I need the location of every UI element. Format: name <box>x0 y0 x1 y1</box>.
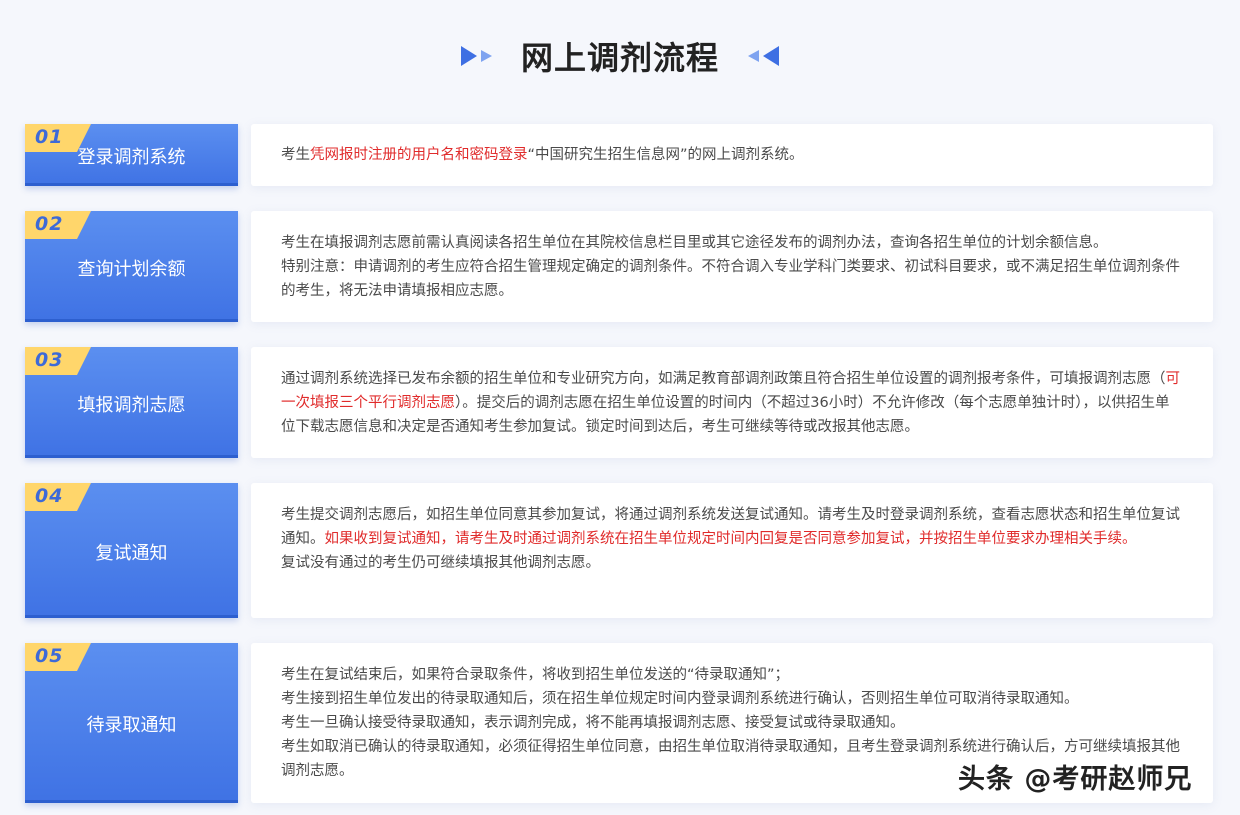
text-segment: 通过调剂系统选择已发布余额的招生单位和专业研究方向，如满足教育部调剂政策且符合招… <box>281 371 1166 387</box>
step-2-badge: 02 查询计划余额 <box>25 211 238 322</box>
text-segment: “中国研究生招生信息网”的网上调剂系统。 <box>527 147 804 163</box>
step-1-badge: 01 登录调剂系统 <box>25 124 238 186</box>
step-title: 登录调剂系统 <box>77 147 186 168</box>
page-header: 网上调剂流程 <box>0 30 1240 82</box>
step-title: 复试通知 <box>95 543 168 564</box>
step-3-content: 通过调剂系统选择已发布余额的招生单位和专业研究方向，如满足教育部调剂政策且符合招… <box>251 347 1213 458</box>
special-notice: 特别注意：申请调剂的考生应符合招生管理规定确定的调剂条件。不符合调入专业学科门类… <box>281 259 1180 299</box>
step-5-badge: 05 待录取通知 <box>25 643 238 803</box>
step-number: 04 <box>35 485 64 507</box>
arrow-right-icon <box>460 45 495 67</box>
step-4: 04 复试通知 考生提交调剂志愿后，如招生单位同意其参加复试，将通过调剂系统发送… <box>25 483 1213 618</box>
step-number-tab: 05 <box>25 643 91 671</box>
step-1: 01 登录调剂系统 考生凭网报时注册的用户名和密码登录“中国研究生招生信息网”的… <box>25 124 1213 186</box>
step-description: 通过调剂系统选择已发布余额的招生单位和专业研究方向，如满足教育部调剂政策且符合招… <box>281 367 1183 439</box>
step-title: 填报调剂志愿 <box>77 395 186 416</box>
step-4-content: 考生提交调剂志愿后，如招生单位同意其参加复试，将通过调剂系统发送复试通知。请考生… <box>251 483 1213 618</box>
step-3-badge: 03 填报调剂志愿 <box>25 347 238 458</box>
step-number: 02 <box>35 213 64 235</box>
arrow-left-icon <box>745 45 779 67</box>
step-number-tab: 02 <box>25 211 91 239</box>
step-description: 考生接到招生单位发出的待录取通知后，须在招生单位规定时间内登录调剂系统进行确认，… <box>281 691 1079 707</box>
step-2-content: 考生在填报调剂志愿前需认真阅读各招生单位在其院校信息栏目里或其它途径发布的调剂办… <box>251 211 1213 322</box>
step-number-tab: 03 <box>25 347 91 375</box>
step-3: 03 填报调剂志愿 通过调剂系统选择已发布余额的招生单位和专业研究方向，如满足教… <box>25 347 1213 458</box>
page-title: 网上调剂流程 <box>520 39 719 77</box>
special-notice: 考生一旦确认接受待录取通知，表示调剂完成，将不能再填报调剂志愿、接受复试或待录取… <box>281 715 905 731</box>
step-number: 03 <box>35 349 64 371</box>
step-title: 查询计划余额 <box>77 259 186 280</box>
step-2: 02 查询计划余额 考生在填报调剂志愿前需认真阅读各招生单位在其院校信息栏目里或… <box>25 211 1213 322</box>
step-note: 复试没有通过的考生仍可继续填报其他调剂志愿。 <box>281 555 600 571</box>
step-description: 考生提交调剂志愿后，如招生单位同意其参加复试，将通过调剂系统发送复试通知。请考生… <box>281 503 1183 551</box>
step-description: 考生在复试结束后，如果符合录取条件，将收到招生单位发送的“待录取通知”； <box>281 667 790 683</box>
text-segment: 考生 <box>281 147 310 163</box>
watermark: 头条 @考研赵师兄 <box>958 764 1193 795</box>
step-number-tab: 04 <box>25 483 91 511</box>
step-1-content: 考生凭网报时注册的用户名和密码登录“中国研究生招生信息网”的网上调剂系统。 <box>251 124 1213 186</box>
step-description: 考生凭网报时注册的用户名和密码登录“中国研究生招生信息网”的网上调剂系统。 <box>281 143 1183 167</box>
step-number: 05 <box>35 645 64 667</box>
step-description: 考生在填报调剂志愿前需认真阅读各招生单位在其院校信息栏目里或其它途径发布的调剂办… <box>281 235 1108 251</box>
highlight-text: 凭网报时注册的用户名和密码登录 <box>310 147 528 163</box>
step-title: 待录取通知 <box>86 715 177 736</box>
highlight-text: 如果收到复试通知，请考生及时通过调剂系统在招生单位规定时间内回复是否同意参加复试… <box>324 531 1137 547</box>
step-4-badge: 04 复试通知 <box>25 483 238 618</box>
